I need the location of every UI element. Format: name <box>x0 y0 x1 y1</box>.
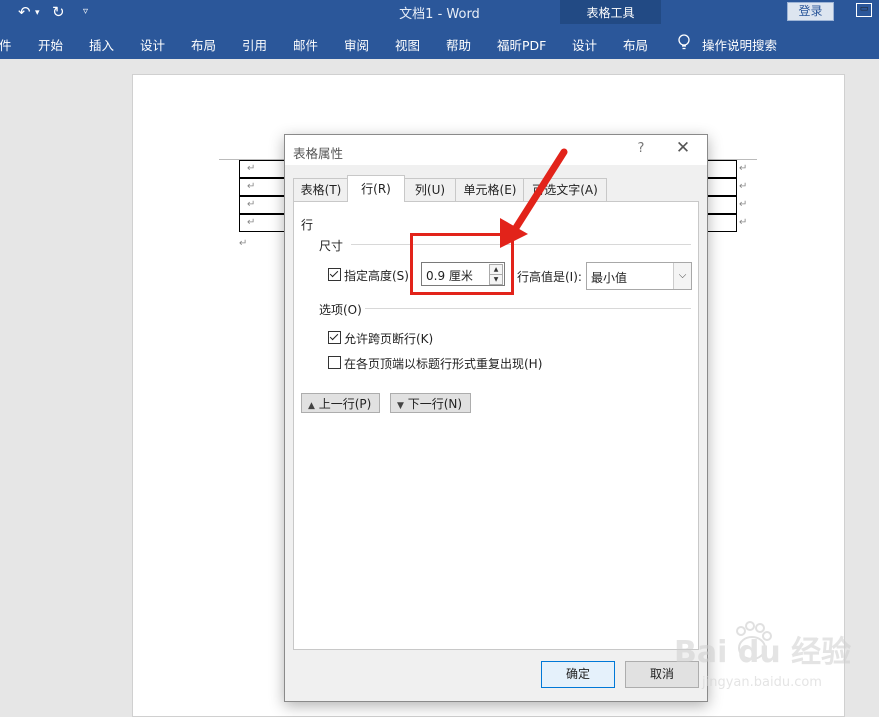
tab-insert[interactable]: 插入 <box>89 35 114 54</box>
tab-foxit-pdf[interactable]: 福昕PDF <box>497 35 546 54</box>
paragraph-mark-icon: ↵ <box>739 181 748 192</box>
tab-file[interactable]: 件 <box>0 35 12 54</box>
table-cell[interactable] <box>707 178 737 196</box>
tab-layout[interactable]: 布局 <box>191 35 216 54</box>
paragraph-mark-icon: ↵ <box>247 199 256 210</box>
dialog-title: 表格属性 <box>293 146 344 161</box>
previous-row-label: 上一行(P) <box>318 397 372 411</box>
paragraph-mark-icon: ↵ <box>239 238 248 249</box>
section-row-heading: 行 <box>301 218 314 232</box>
group-size-label: 尺寸 <box>319 239 344 253</box>
baidu-paw-logo-icon: Bai du 经验 jingyan.baidu.com <box>674 621 851 690</box>
row-height-is-label: 行高值是(I): <box>517 270 582 284</box>
paragraph-mark-icon: ↵ <box>739 199 748 210</box>
ribbon-display-options-icon[interactable]: ▭ <box>856 3 872 17</box>
chevron-down-icon[interactable]: ⌵ <box>673 263 691 289</box>
table-cell[interactable] <box>707 214 737 232</box>
help-button[interactable]: ? <box>633 141 649 156</box>
group-options-divider <box>365 308 691 309</box>
lightbulb-icon <box>678 34 690 50</box>
repeat-header-label: 在各页顶端以标题行形式重复出现(H) <box>344 357 543 371</box>
table-tools-label: 表格工具 <box>586 6 635 20</box>
tab-table-design[interactable]: 设计 <box>572 35 597 54</box>
ok-button[interactable]: 确定 <box>541 661 615 688</box>
login-button[interactable]: 登录 <box>787 2 834 21</box>
close-button[interactable]: ✕ <box>673 138 693 158</box>
paragraph-mark-icon: ↵ <box>739 163 748 174</box>
tab-references[interactable]: 引用 <box>242 35 267 54</box>
watermark-brand: Bai du 经验 <box>674 635 851 670</box>
tell-me-search[interactable]: 操作说明搜索 <box>702 35 777 54</box>
tab-help[interactable]: 帮助 <box>446 35 471 54</box>
triangle-down-icon: ▼ <box>397 401 404 411</box>
annotation-arrow-icon <box>500 148 568 248</box>
tab-table-layout[interactable]: 布局 <box>623 35 648 54</box>
next-row-button[interactable]: ▼ 下一行(N) <box>390 393 471 413</box>
tab-mailings[interactable]: 邮件 <box>293 35 318 54</box>
tab-view[interactable]: 视图 <box>395 35 420 54</box>
triangle-up-icon: ▲ <box>308 401 315 411</box>
allow-break-checkbox[interactable] <box>328 331 341 344</box>
specify-height-checkbox[interactable] <box>328 268 341 281</box>
tab-column[interactable]: 列(U) <box>403 178 457 201</box>
watermark-url: jingyan.baidu.com <box>701 675 822 690</box>
paragraph-mark-icon: ↵ <box>247 163 256 174</box>
paragraph-mark-icon: ↵ <box>739 217 748 228</box>
document-title: 文档1 - Word <box>399 7 480 22</box>
group-options-label: 选项(O) <box>319 303 362 317</box>
ribbon-tabs: 件 开始 插入 设计 布局 引用 邮件 审阅 视图 帮助 福昕PDF 设计 布局… <box>0 24 879 59</box>
tab-design[interactable]: 设计 <box>140 35 165 54</box>
table-cell[interactable] <box>707 160 737 178</box>
repeat-header-checkbox[interactable] <box>328 356 341 369</box>
paragraph-mark-icon: ↵ <box>247 217 256 228</box>
tab-home[interactable]: 开始 <box>38 35 63 54</box>
paragraph-mark-icon: ↵ <box>247 181 256 192</box>
tab-review[interactable]: 审阅 <box>344 35 369 54</box>
row-height-rule-select[interactable]: 最小值 ⌵ <box>586 262 692 290</box>
table-cell[interactable] <box>707 196 737 214</box>
previous-row-button[interactable]: ▲ 上一行(P) <box>301 393 380 413</box>
allow-break-label: 允许跨页断行(K) <box>344 332 434 346</box>
tab-table[interactable]: 表格(T) <box>293 178 349 201</box>
specify-height-label: 指定高度(S): <box>344 269 414 283</box>
next-row-label: 下一行(N) <box>407 397 463 411</box>
tab-row[interactable]: 行(R) <box>347 175 405 202</box>
row-height-rule-value: 最小值 <box>591 271 628 285</box>
